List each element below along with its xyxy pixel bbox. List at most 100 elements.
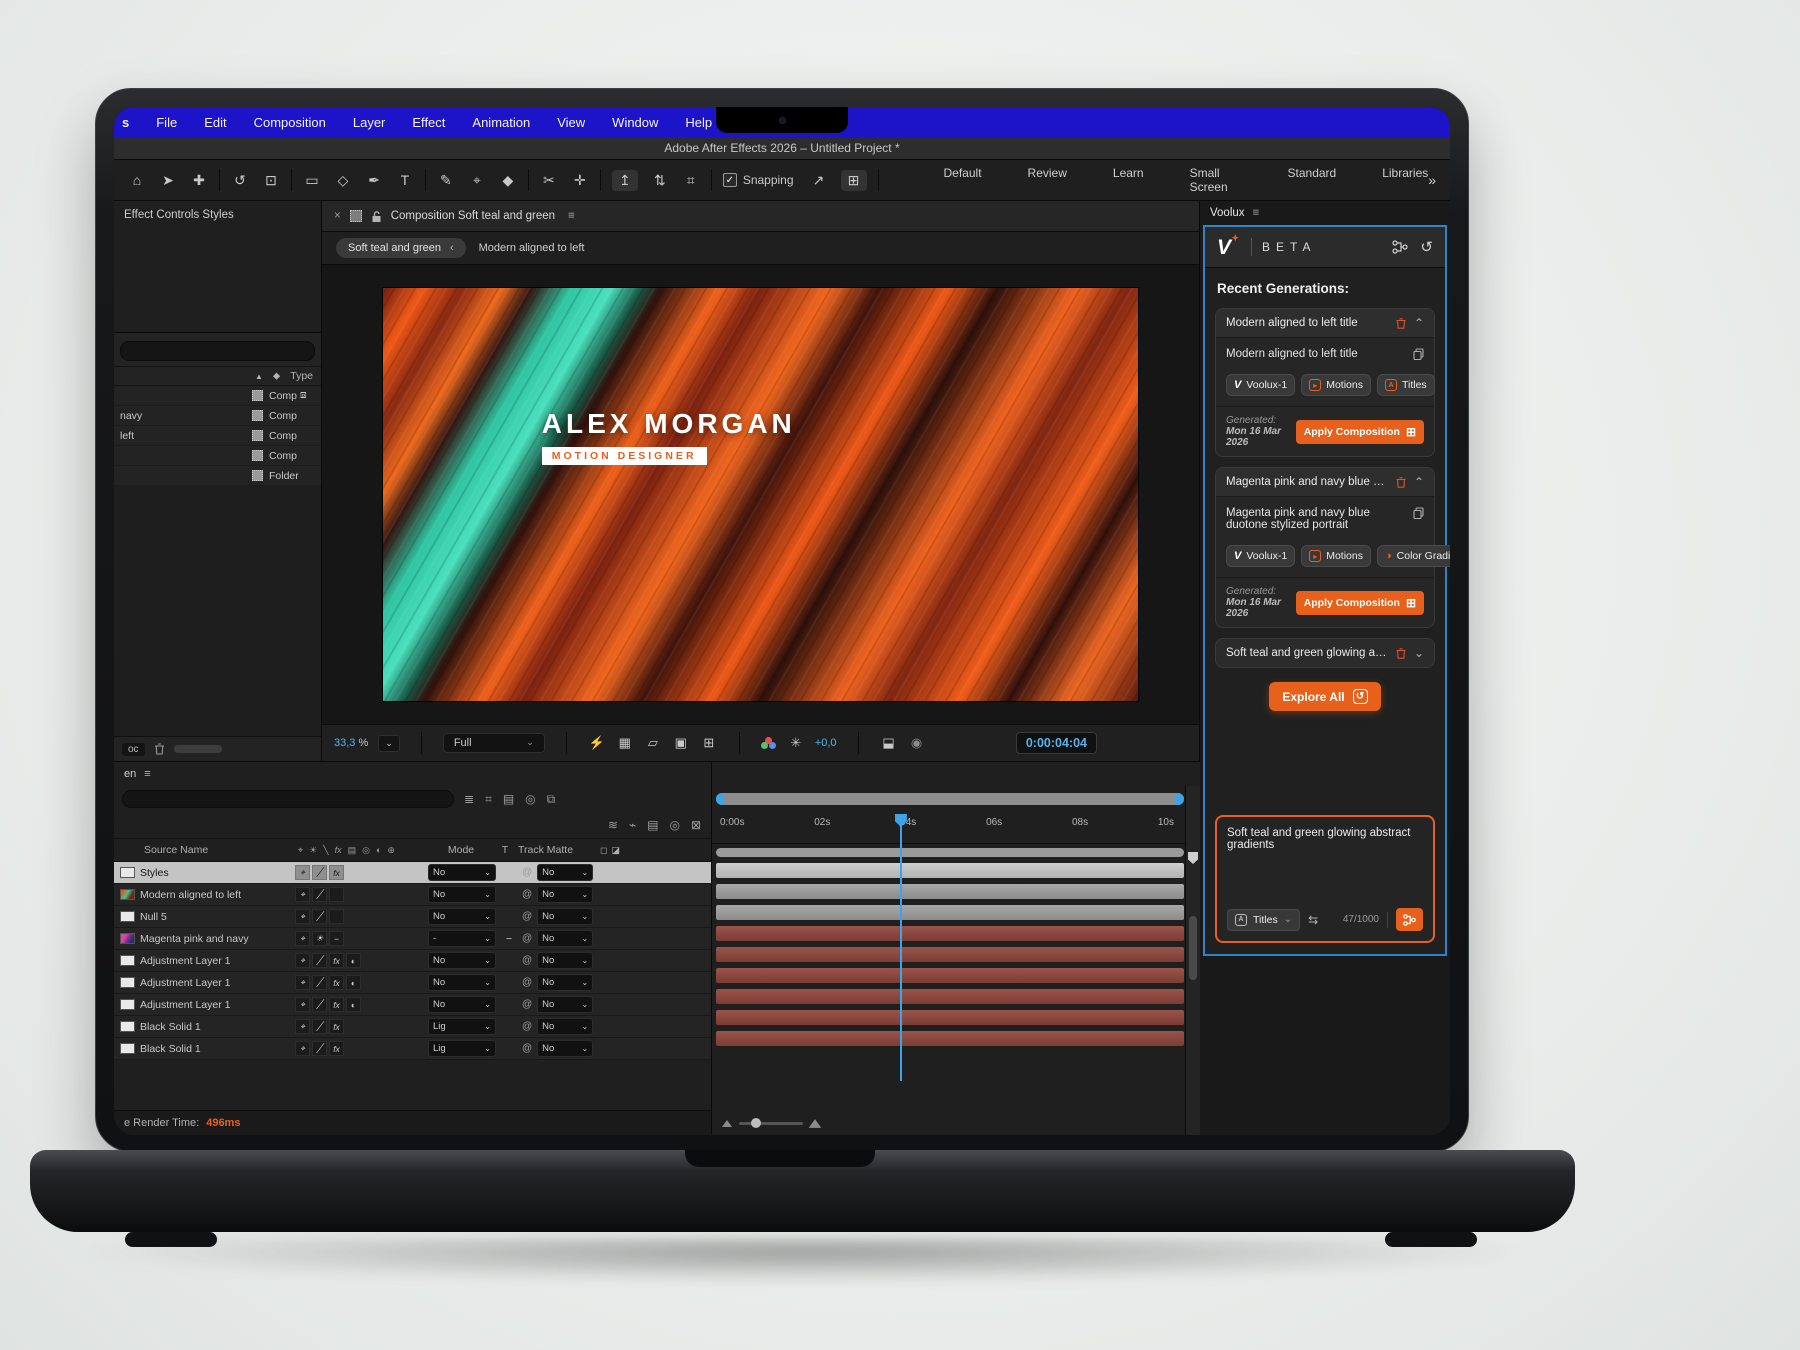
tool-type-dropdown[interactable]: A Titles ⌄ <box>1227 909 1300 931</box>
horizontal-scrollbar[interactable] <box>174 745 222 753</box>
track-matte-dropdown[interactable]: No⌄ <box>537 952 593 969</box>
exposure-value[interactable]: +0,0 <box>815 737 837 749</box>
composition-mini-flowchart-icon[interactable]: ≣ <box>464 792 474 807</box>
track-matte-dropdown[interactable]: No⌄ <box>537 1040 593 1057</box>
panel-menu-icon[interactable]: ≡ <box>144 768 150 780</box>
mode-column[interactable]: Mode <box>430 844 492 856</box>
zoom-level[interactable]: 33,3 <box>334 737 355 749</box>
breadcrumb-back-button[interactable]: Soft teal and green ‹ <box>336 238 466 258</box>
motion-blur-icon[interactable]: ◎ <box>525 792 535 807</box>
zoom-dropdown[interactable]: ⌄ <box>378 735 400 752</box>
track-matte-column[interactable]: Track Matte <box>518 844 596 856</box>
layer-duration-bar[interactable] <box>716 905 1184 920</box>
axis-mode-world-icon[interactable]: ⇅ <box>651 172 669 189</box>
delete-trash-icon[interactable] <box>154 743 165 755</box>
layer-row[interactable]: Modern aligned to left ⌖╱ No⌄ @ No⌄ <box>114 884 711 906</box>
blend-mode-dropdown[interactable]: No⌄ <box>428 908 496 925</box>
show-snapshot-icon[interactable]: ◉ <box>908 735 926 751</box>
blend-mode-dropdown[interactable]: Lig⌄ <box>428 1018 496 1035</box>
track-matte-dropdown[interactable]: No⌄ <box>537 974 593 991</box>
explore-all-button[interactable]: Explore All ↺ <box>1269 682 1380 711</box>
generation-card-title[interactable]: Modern aligned to left title <box>1226 317 1388 329</box>
grid-guides-options-icon[interactable]: ⊞ <box>700 735 718 751</box>
blend-mode-dropdown[interactable]: No⌄ <box>428 974 496 991</box>
timeline-pan-bar[interactable] <box>716 793 1184 805</box>
workspace-small-screen[interactable]: Small Screen <box>1190 166 1242 194</box>
unlock-icon[interactable] <box>371 210 382 223</box>
settings-shuffle-icon[interactable]: ⇆ <box>1308 913 1318 927</box>
blend-mode-dropdown[interactable]: -⌄ <box>428 930 496 947</box>
track-matte-pickwhip-icon[interactable]: @ <box>522 977 532 988</box>
zoom-slider[interactable] <box>739 1122 803 1125</box>
workflow-nodes-icon[interactable] <box>1392 240 1408 254</box>
menu-help[interactable]: Help <box>685 115 712 130</box>
color-label-swatch[interactable] <box>252 430 263 441</box>
camera-tool-icon[interactable]: ⊡ <box>262 172 280 189</box>
color-depth-badge[interactable]: oc <box>122 743 145 756</box>
color-label-swatch[interactable] <box>252 390 263 401</box>
timeline-search-input[interactable] <box>122 790 454 808</box>
exposure-shutter-icon[interactable]: ✳ <box>787 735 805 751</box>
frame-blending-icon[interactable]: ▤ <box>503 792 514 807</box>
zoom-in-icon[interactable] <box>809 1119 822 1128</box>
track-matte-pickwhip-icon[interactable]: @ <box>522 933 532 944</box>
workspace-standard[interactable]: Standard <box>1288 166 1337 194</box>
expand-collapse-icon[interactable]: ≋ <box>608 818 618 832</box>
axis-mode-local-icon[interactable]: ↥ <box>612 170 638 191</box>
layer-duration-bar[interactable] <box>716 1010 1184 1025</box>
menu-effect[interactable]: Effect <box>412 115 445 130</box>
motion-blur-column-icon[interactable]: ◎ <box>362 845 370 856</box>
clone-stamp-tool-icon[interactable]: ⌖ <box>468 172 486 189</box>
project-row[interactable]: Comp <box>114 446 321 466</box>
timecode-display[interactable]: 0:00:04:04 <box>1016 732 1097 754</box>
voolux-tab[interactable]: Voolux ≡ <box>1200 201 1450 225</box>
workspace-overflow-icon[interactable]: » <box>1428 172 1436 188</box>
trash-icon[interactable] <box>1396 477 1406 488</box>
frame-blend-column-icon[interactable]: ▤ <box>348 845 357 856</box>
layer-duration-bar[interactable] <box>716 926 1184 941</box>
track-matte-dropdown[interactable]: No⌄ <box>537 886 593 903</box>
project-row[interactable]: navy Comp <box>114 406 321 426</box>
menu-edit[interactable]: Edit <box>204 115 226 130</box>
time-ruler[interactable]: 0:00s 02s 04s 06s 08s 10s <box>712 812 1200 844</box>
region-of-interest-icon[interactable]: ▱ <box>644 735 662 751</box>
mask-visibility-icon[interactable]: ▣ <box>672 735 690 751</box>
workspace-default[interactable]: Default <box>944 166 982 194</box>
snapping-checkbox-icon[interactable]: ✓ <box>723 173 737 187</box>
menu-file[interactable]: File <box>156 115 177 130</box>
puppet-pin-tool-icon[interactable]: ✛ <box>571 172 589 189</box>
graph-editor-toggle-icon[interactable]: ⊠ <box>691 818 701 832</box>
chevron-down-icon[interactable]: ⌄ <box>1414 647 1424 659</box>
layer-duration-bar[interactable] <box>716 968 1184 983</box>
home-icon[interactable]: ⌂ <box>128 172 146 188</box>
composition-tab-title[interactable]: Composition Soft teal and green <box>391 210 555 222</box>
color-label-swatch[interactable] <box>252 410 263 421</box>
zoom-out-icon[interactable] <box>722 1120 732 1127</box>
panel-menu-icon[interactable]: ≡ <box>1253 207 1260 219</box>
panel-menu-icon[interactable]: ≡ <box>568 210 575 222</box>
blend-mode-dropdown[interactable]: No⌄ <box>428 864 496 881</box>
prompt-composer[interactable]: Soft teal and green glowing abstract gra… <box>1215 815 1435 943</box>
sort-icon[interactable]: ▲ <box>255 372 263 381</box>
layer-duration-bar[interactable] <box>716 1031 1184 1046</box>
menu-view[interactable]: View <box>557 115 585 130</box>
app-menu-partial[interactable]: s <box>122 115 129 130</box>
color-label-swatch[interactable] <box>252 450 263 461</box>
track-matte-dropdown[interactable]: No⌄ <box>537 930 593 947</box>
type-column-header[interactable]: Type <box>290 370 313 382</box>
layer-row[interactable]: Black Solid 1 ⌖╱fx Lig⌄ @ No⌄ <box>114 1016 711 1038</box>
track-matte-pickwhip-icon[interactable]: @ <box>522 999 532 1010</box>
track-matte-pickwhip-icon[interactable]: @ <box>522 867 532 878</box>
3d-column-icon[interactable]: ⊕ <box>387 845 395 856</box>
composition-viewer[interactable]: ALEX MORGAN MOTION DESIGNER <box>322 265 1199 724</box>
layer-duration-bar[interactable] <box>716 989 1184 1004</box>
copy-icon[interactable] <box>1413 348 1424 360</box>
project-row[interactable]: left Comp <box>114 426 321 446</box>
workspace-review[interactable]: Review <box>1028 166 1067 194</box>
shape-tool-icon[interactable]: ◇ <box>334 172 352 189</box>
marker-shield-icon[interactable] <box>1188 852 1198 864</box>
generation-card-title[interactable]: Soft teal and green glowing abstract gra… <box>1226 647 1388 659</box>
layer-row[interactable]: Null 5 ⌖╱ No⌄ @ No⌄ <box>114 906 711 928</box>
chevron-up-icon[interactable]: ⌃ <box>1414 317 1424 329</box>
collapse-column-icon[interactable]: ☀ <box>309 845 317 856</box>
